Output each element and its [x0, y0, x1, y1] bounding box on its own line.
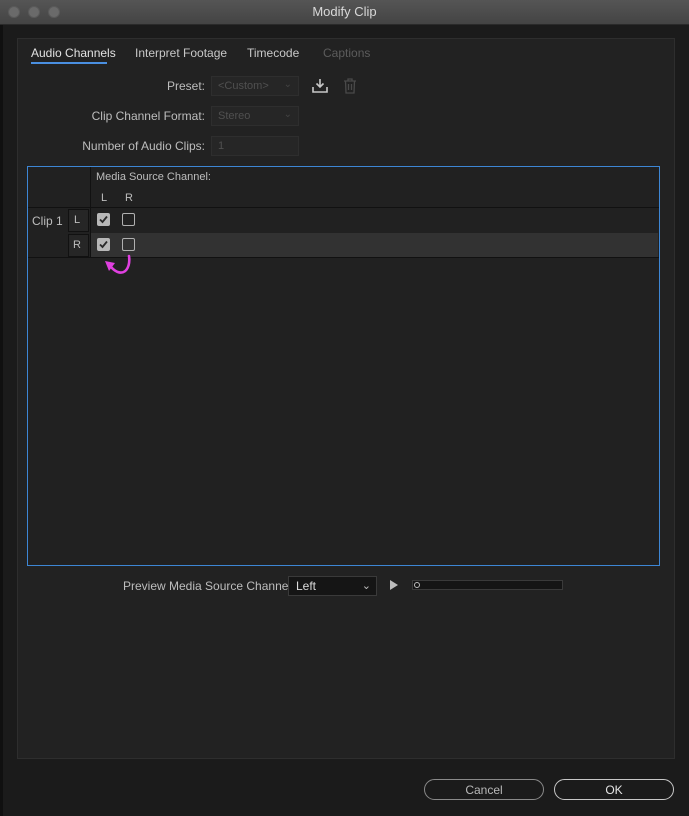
delete-preset-icon [343, 78, 357, 99]
save-preset-icon[interactable] [312, 78, 328, 99]
preset-label: Preset: [166, 79, 205, 93]
preset-dropdown: <Custom> ⌄ [211, 76, 299, 96]
slider-thumb[interactable] [414, 582, 420, 588]
clip-channel-format-value: Stereo [218, 110, 251, 122]
tab-interpret-footage[interactable]: Interpret Footage [135, 46, 227, 60]
table-header-divider [28, 207, 659, 208]
annotation-arrow-icon [105, 254, 131, 274]
chevron-down-icon: ⌄ [283, 79, 292, 90]
row-l-source-l-checkbox[interactable] [97, 213, 110, 226]
tab-captions: Captions [323, 46, 371, 60]
chevron-down-icon: ⌄ [283, 109, 292, 120]
title-bar: Modify Clip [0, 0, 689, 25]
row-l-source-r-checkbox[interactable] [122, 213, 135, 226]
window-title: Modify Clip [312, 4, 377, 19]
column-header-r: R [125, 192, 133, 204]
preview-channel-value: Left [296, 579, 317, 593]
preview-progress-slider[interactable] [412, 580, 563, 590]
number-of-audio-clips-field: 1 [211, 136, 299, 156]
number-of-audio-clips-value: 1 [218, 140, 225, 152]
play-icon[interactable] [390, 580, 398, 590]
channel-mapping-table [27, 166, 660, 566]
cancel-button[interactable]: Cancel [424, 779, 544, 800]
preview-media-source-channel-label: Preview Media Source Channel: [123, 579, 295, 593]
checkmark-icon [99, 240, 108, 249]
tab-timecode[interactable]: Timecode [247, 46, 299, 60]
chevron-down-icon: ⌄ [361, 580, 371, 592]
clip-channel-l-label: L [74, 214, 81, 226]
selected-row-highlight [90, 233, 658, 257]
preview-channel-select[interactable]: Left ⌄ [288, 576, 377, 596]
active-tab-underline [31, 62, 107, 64]
media-source-channel-header: Media Source Channel: [96, 171, 211, 183]
clip-channel-format-label: Clip Channel Format: [91, 109, 205, 123]
clip-channel-r-label: R [73, 239, 81, 251]
tab-audio-channels[interactable]: Audio Channels [31, 46, 116, 60]
table-column-divider [90, 167, 91, 258]
preset-value: <Custom> [218, 80, 269, 92]
ok-button[interactable]: OK [554, 779, 674, 800]
window-left-edge [0, 24, 3, 816]
column-header-l: L [101, 192, 108, 204]
checkmark-icon [99, 215, 108, 224]
number-of-audio-clips-label: Number of Audio Clips: [82, 139, 205, 153]
clip-1-label: Clip 1 [32, 214, 63, 228]
clip-channel-format-dropdown: Stereo ⌄ [211, 106, 299, 126]
